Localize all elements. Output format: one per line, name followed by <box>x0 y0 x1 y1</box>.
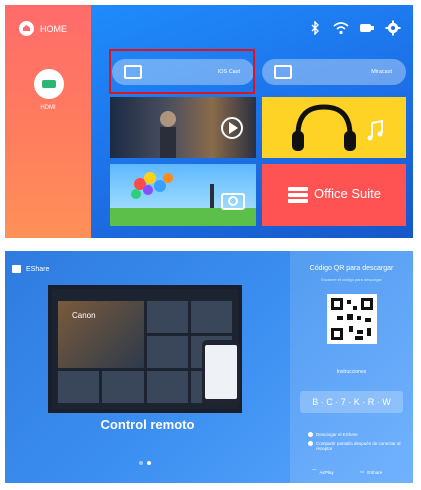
selection-highlight <box>109 49 255 94</box>
home-label: HOME <box>40 23 67 34</box>
tv-brand-label: Canon <box>72 311 96 320</box>
miracast-button[interactable]: Miracast <box>262 59 406 85</box>
step-bullet <box>308 432 313 437</box>
instructions-label: Instrucciones <box>336 369 367 375</box>
tv-tile <box>58 371 100 403</box>
photo-tile[interactable] <box>110 164 256 226</box>
footer-eshare[interactable]: ▭ EShare <box>360 469 382 475</box>
tv-hero-tile: Canon <box>58 301 144 368</box>
step-1: Descargar el EShare <box>308 432 403 437</box>
footer-eshare-label: EShare <box>367 469 383 475</box>
screen-icon: ▭ <box>360 469 365 474</box>
gear-icon[interactable] <box>385 20 401 36</box>
qr-code <box>327 294 377 344</box>
music-tile[interactable] <box>262 97 406 158</box>
tv-tile <box>190 301 232 333</box>
tv-tile <box>146 371 188 403</box>
sidebar: HOME HDMI <box>5 5 91 238</box>
status-bar <box>307 20 401 36</box>
step-1-text: Descargar el EShare <box>316 432 358 437</box>
qr-title: Código QR para descargar <box>309 265 394 272</box>
footer-airplay[interactable]: ⌒ AirPlay <box>312 469 334 475</box>
home-icon <box>19 21 34 36</box>
footer-airplay-label: AirPlay <box>319 469 334 475</box>
page-dot-active[interactable] <box>147 461 151 465</box>
photo-thumbnail-art <box>110 172 256 226</box>
step-2: Compartir pantalla después de conectar a… <box>308 441 403 451</box>
step-bullet <box>308 441 313 446</box>
bluetooth-icon <box>307 20 323 36</box>
headphones-icon <box>292 104 383 151</box>
input-icon <box>359 20 375 36</box>
hdmi-icon[interactable] <box>34 69 64 99</box>
office-suite-tile[interactable]: Office Suite <box>262 164 406 226</box>
phone-screen <box>205 345 237 399</box>
tv-tile <box>102 371 144 403</box>
eshare-brand: EShare <box>12 265 49 273</box>
miracast-label: Miracast <box>371 69 392 75</box>
video-thumbnail-art <box>160 111 243 158</box>
download-panel: Código QR para descargar Escanee el códi… <box>290 251 413 483</box>
phone-illustration <box>202 340 240 406</box>
feature-title: Control remoto <box>100 417 195 432</box>
qr-code-pattern <box>331 298 373 340</box>
tv-tile <box>146 336 188 368</box>
home-button[interactable]: HOME <box>19 21 67 36</box>
tv-tile <box>146 301 188 333</box>
miracast-icon <box>274 65 292 79</box>
qr-subtitle: Escanee el código para descargar <box>321 277 382 282</box>
eshare-logo-icon <box>12 265 21 273</box>
video-tile[interactable] <box>110 97 256 158</box>
eshare-brand-label: EShare <box>26 265 50 273</box>
airplay-icon: ⌒ <box>312 469 317 474</box>
hdmi-label: HDMI <box>40 105 56 111</box>
pin-code: B · C · 7 · K · R · W <box>300 391 403 413</box>
page-dot[interactable] <box>139 461 143 465</box>
step-2-text: Compartir pantalla después de conectar a… <box>316 441 401 451</box>
eshare-screen: EShare Canon Control remoto Código QR pa… <box>5 251 413 483</box>
launcher-home-screen: HOME HDMI IOS Cast Miracast Office Suite <box>5 5 413 238</box>
wifi-icon <box>333 20 349 36</box>
office-suite-label: Office Suite <box>314 186 381 201</box>
page-indicator <box>139 461 151 465</box>
list-icon <box>288 187 308 203</box>
